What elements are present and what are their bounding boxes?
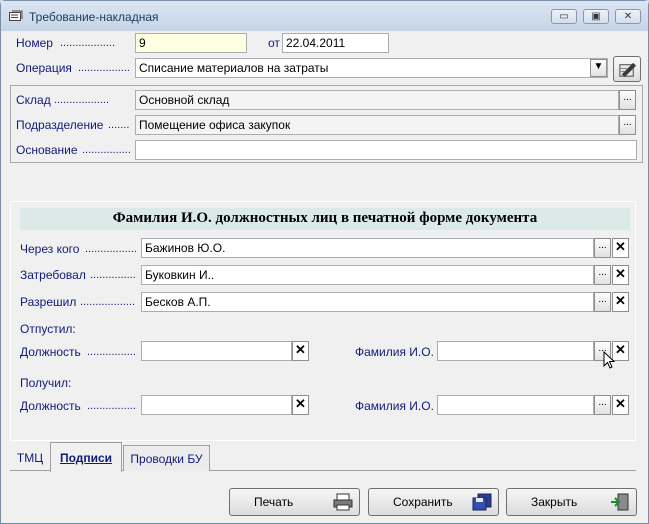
cherez-label: Через кого bbox=[20, 242, 80, 256]
nomer-dots: .................. bbox=[60, 37, 116, 49]
signatures-header: Фамилия И.О. должностных лиц в печатной … bbox=[20, 208, 630, 230]
sklad-label: Склад bbox=[16, 93, 51, 107]
print-button-label: Печать bbox=[254, 495, 294, 509]
tab-podpisi[interactable]: Подписи bbox=[50, 442, 122, 472]
document-icon bbox=[9, 10, 23, 21]
ellipsis-icon: ... bbox=[598, 267, 607, 278]
sklad-input[interactable]: Основной склад bbox=[135, 90, 619, 110]
close-button-label: Закрыть bbox=[531, 495, 578, 509]
clear-icon: ✕ bbox=[615, 396, 626, 411]
poluchil-fio-label: Фамилия И.О. bbox=[355, 399, 434, 413]
clear-icon: ✕ bbox=[615, 266, 626, 281]
cherez-clear-button[interactable]: ✕ bbox=[612, 238, 629, 258]
podr-dots: .................. bbox=[108, 119, 130, 131]
close-button[interactable]: Закрыть bbox=[506, 488, 637, 516]
operation-label: Операция bbox=[16, 61, 72, 75]
poluchil-dolzhnost-label: Должность bbox=[20, 399, 81, 413]
podr-label: Подразделение bbox=[16, 118, 104, 132]
close-icon: ✕ bbox=[623, 11, 633, 22]
zatreboval-dots: .................. bbox=[90, 269, 137, 281]
window-title: Требование-накладная bbox=[29, 10, 159, 24]
maximize-button[interactable]: ▣ bbox=[583, 9, 609, 24]
poluchil-fio-input[interactable] bbox=[437, 395, 594, 415]
minimize-button[interactable]: ▭ bbox=[551, 9, 577, 24]
zatreboval-clear-button[interactable]: ✕ bbox=[612, 265, 629, 285]
print-button[interactable]: Печать bbox=[229, 488, 360, 516]
save-button-label: Сохранить bbox=[393, 495, 453, 509]
poluchil-dolzhnost-clear-button[interactable]: ✕ bbox=[292, 395, 309, 415]
ellipsis-icon: ... bbox=[598, 294, 607, 305]
otpustil-dolzhnost-input[interactable] bbox=[141, 341, 292, 361]
title-bar: Требование-накладная ▭ ▣ ✕ bbox=[1, 1, 648, 31]
clear-icon: ✕ bbox=[615, 342, 626, 357]
application-window: Требование-накладная ▭ ▣ ✕ Номер .......… bbox=[0, 0, 649, 524]
clear-icon: ✕ bbox=[295, 396, 306, 411]
ellipsis-icon: ... bbox=[598, 240, 607, 251]
floppy-disk-icon bbox=[472, 493, 492, 511]
tab-provodki[interactable]: Проводки БУ bbox=[123, 445, 210, 471]
cherez-input[interactable]: Бажинов Ю.О. bbox=[141, 238, 594, 258]
otpustil-fio-input[interactable] bbox=[437, 341, 594, 361]
close-window-button[interactable]: ✕ bbox=[615, 9, 641, 24]
ellipsis-icon: ... bbox=[598, 397, 607, 408]
sklad-dots: .................. bbox=[54, 94, 110, 106]
otpustil-dolzhnost-dots: .................. bbox=[87, 346, 137, 358]
operation-dropdown-button[interactable]: ▼ bbox=[590, 59, 607, 77]
otpustil-dolzhnost-clear-button[interactable]: ✕ bbox=[292, 341, 309, 361]
date-input[interactable]: 22.04.2011 bbox=[282, 33, 389, 53]
razreshil-label: Разрешил bbox=[20, 295, 77, 309]
osnovanie-dots: .................. bbox=[82, 144, 130, 156]
otpustil-fio-label: Фамилия И.О. bbox=[355, 345, 434, 359]
poluchil-dolzhnost-dots: .................. bbox=[87, 400, 137, 412]
razreshil-dots: .................. bbox=[80, 296, 136, 308]
cherez-dots: .................. bbox=[85, 243, 137, 255]
razreshil-select-button[interactable]: ... bbox=[594, 292, 611, 312]
poluchil-dolzhnost-input[interactable] bbox=[141, 395, 292, 415]
otpustil-dolzhnost-label: Должность bbox=[20, 345, 81, 359]
clear-icon: ✕ bbox=[615, 293, 626, 308]
operation-edit-icon bbox=[619, 62, 637, 78]
tab-tmc[interactable]: ТМЦ bbox=[11, 445, 49, 471]
otpustil-label: Отпустил: bbox=[20, 322, 76, 336]
zatreboval-input[interactable]: Буковкин И.. bbox=[141, 265, 594, 285]
ellipsis-icon: ... bbox=[623, 92, 632, 103]
save-button[interactable]: Сохранить bbox=[368, 488, 499, 516]
osnovanie-input[interactable] bbox=[135, 140, 637, 160]
clear-icon: ✕ bbox=[295, 342, 306, 357]
operation-settings-button[interactable] bbox=[613, 56, 641, 82]
sklad-select-button[interactable]: ... bbox=[619, 90, 636, 110]
podr-select-button[interactable]: ... bbox=[619, 115, 636, 135]
podr-input[interactable]: Помещение офиса закупок bbox=[135, 115, 619, 135]
chevron-down-icon: ▼ bbox=[593, 61, 604, 72]
zatreboval-select-button[interactable]: ... bbox=[594, 265, 611, 285]
exit-door-icon bbox=[611, 493, 629, 511]
clear-icon: ✕ bbox=[615, 239, 626, 254]
cherez-select-button[interactable]: ... bbox=[594, 238, 611, 258]
zatreboval-label: Затребовал bbox=[20, 268, 86, 282]
mouse-cursor-icon bbox=[603, 351, 615, 369]
poluchil-fio-select-button[interactable]: ... bbox=[594, 395, 611, 415]
operation-select[interactable]: Списание материалов на затраты bbox=[135, 58, 608, 78]
poluchil-fio-clear-button[interactable]: ✕ bbox=[612, 395, 629, 415]
nomer-input[interactable]: 9 bbox=[135, 33, 247, 53]
minimize-icon: ▭ bbox=[559, 11, 569, 22]
date-from-label: от bbox=[268, 36, 280, 50]
poluchil-label: Получил: bbox=[20, 376, 72, 390]
ellipsis-icon: ... bbox=[623, 117, 632, 128]
printer-icon bbox=[333, 493, 353, 511]
nomer-label: Номер bbox=[16, 36, 53, 50]
razreshil-input[interactable]: Бесков А.П. bbox=[141, 292, 594, 312]
maximize-icon: ▣ bbox=[591, 11, 601, 22]
osnovanie-label: Основание bbox=[16, 143, 78, 157]
razreshil-clear-button[interactable]: ✕ bbox=[612, 292, 629, 312]
operation-dots: .................. bbox=[78, 62, 130, 74]
